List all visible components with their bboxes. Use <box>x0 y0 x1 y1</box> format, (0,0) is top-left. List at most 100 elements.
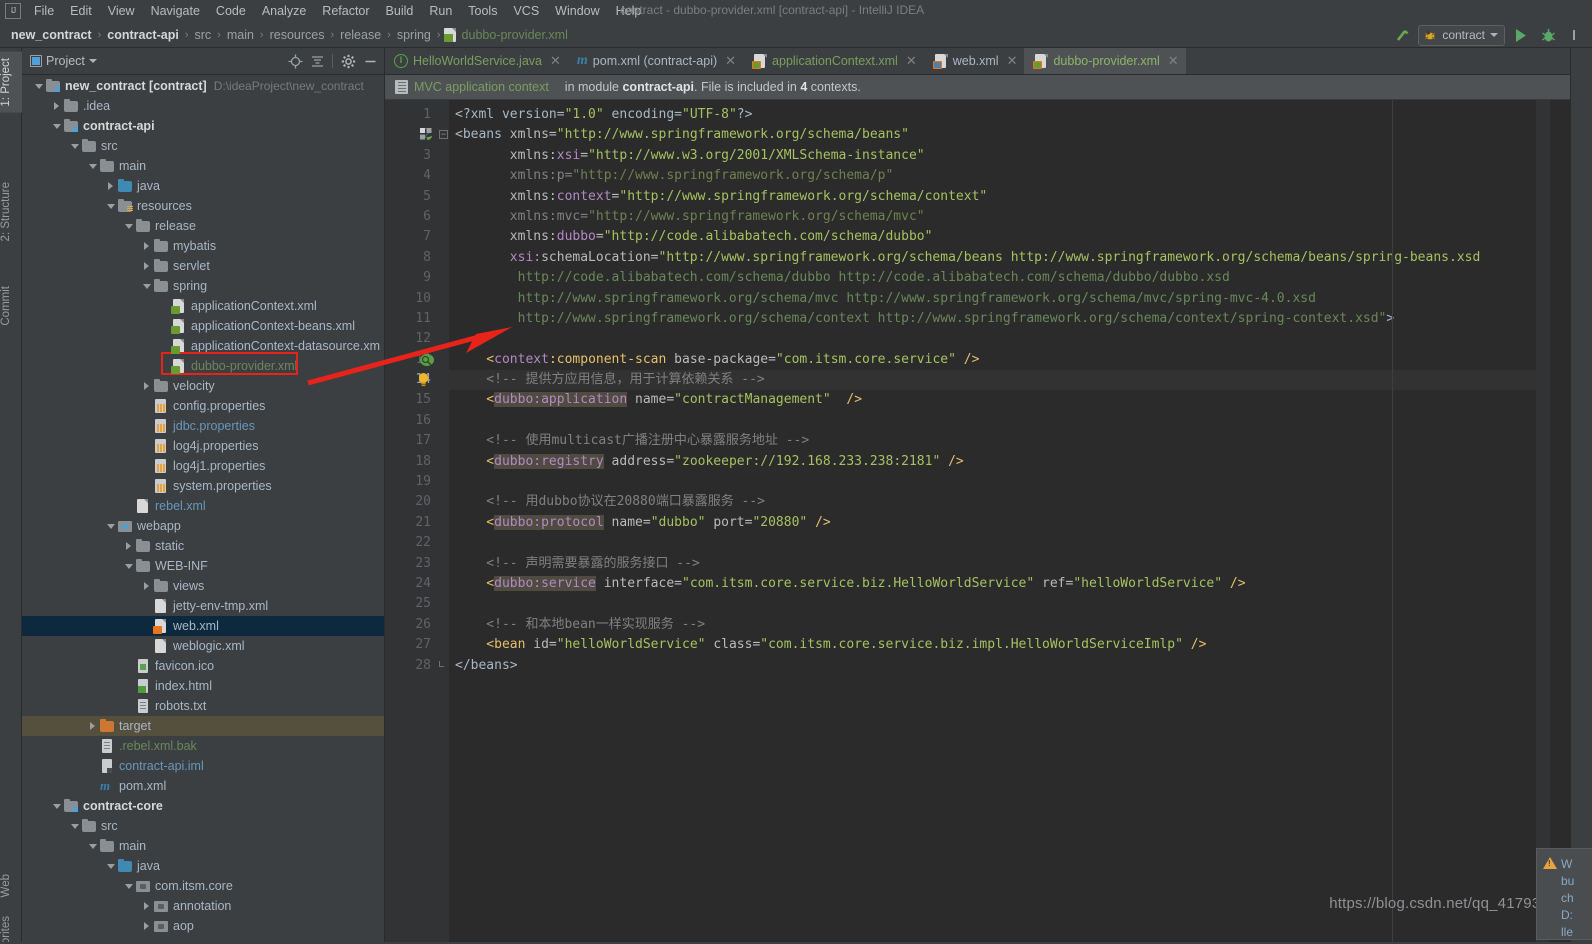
close-icon[interactable]: ✕ <box>725 53 736 69</box>
close-icon[interactable]: ✕ <box>550 53 561 69</box>
chevron-right-icon[interactable] <box>86 722 99 730</box>
menu-item-refactor[interactable]: Refactor <box>314 2 377 20</box>
locate-icon[interactable] <box>285 51 305 71</box>
spring-bean-gutter-icon[interactable] <box>419 127 433 146</box>
tree-node-jdbc.properties[interactable]: jdbc.properties <box>22 416 384 436</box>
breadcrumb-item-spring[interactable]: spring <box>394 27 434 43</box>
run-button[interactable] <box>1510 24 1532 46</box>
chevron-down-icon[interactable] <box>86 844 99 849</box>
tree-node-jetty-env-tmp.xml[interactable]: jetty-env-tmp.xml <box>22 596 384 616</box>
chevron-down-icon[interactable] <box>104 524 117 529</box>
tree-node-weblogic.xml[interactable]: weblogic.xml <box>22 636 384 656</box>
editor-tab-applicationcontext-xml[interactable]: applicationContext.xml ✕ <box>743 48 924 74</box>
tree-node-src[interactable]: src <box>22 136 384 156</box>
tree-node-com.itsm.core[interactable]: com.itsm.core <box>22 876 384 896</box>
tree-node-src[interactable]: src <box>22 816 384 836</box>
close-icon[interactable]: ✕ <box>1007 53 1018 69</box>
chevron-down-icon[interactable] <box>122 564 135 569</box>
menu-item-vcs[interactable]: VCS <box>505 2 547 20</box>
menu-item-view[interactable]: View <box>100 2 143 20</box>
chevron-down-icon[interactable] <box>50 124 63 129</box>
chevron-right-icon[interactable] <box>122 542 135 550</box>
chevron-down-icon[interactable] <box>104 864 117 869</box>
tree-node-mybatis[interactable]: mybatis <box>22 236 384 256</box>
tool-window-favorites[interactable]: Favorites <box>0 910 22 944</box>
chevron-down-icon[interactable] <box>32 84 45 89</box>
tree-node-system.properties[interactable]: system.properties <box>22 476 384 496</box>
warning-notification-balloon[interactable]: W bu ch D: lle <box>1536 848 1592 940</box>
tree-node-.rebel.xml.bak[interactable]: .rebel.xml.bak <box>22 736 384 756</box>
editor-tab-dubbo-provider-xml[interactable]: dubbo-provider.xml ✕ <box>1024 48 1186 74</box>
tree-node-contract-core[interactable]: contract-core <box>22 796 384 816</box>
menu-item-run[interactable]: Run <box>421 2 460 20</box>
intention-bulb-icon[interactable] <box>416 372 431 393</box>
code-editor[interactable]: 1234567891011121314151617181920212223242… <box>385 100 1570 942</box>
menu-item-window[interactable]: Window <box>547 2 607 20</box>
tree-node-log4j1.properties[interactable]: log4j1.properties <box>22 456 384 476</box>
chevron-right-icon[interactable] <box>140 242 153 250</box>
tool-window-web-left[interactable]: Web <box>0 868 22 903</box>
tree-node-resources[interactable]: resources <box>22 196 384 216</box>
chevron-right-icon[interactable] <box>104 182 117 190</box>
spring-scan-gutter-icon[interactable] <box>419 352 435 373</box>
breadcrumb-item-contract-api[interactable]: contract-api <box>104 27 182 43</box>
tree-node-static[interactable]: static <box>22 536 384 556</box>
breadcrumb-item-release[interactable]: release <box>337 27 384 43</box>
tree-node-pom.xml[interactable]: m pom.xml <box>22 776 384 796</box>
code-text[interactable]: <?xml version="1.0" encoding="UTF-8"?> <b… <box>449 100 1536 942</box>
editor-tab-bar[interactable]: I HelloWorldService.java ✕ m pom.xml (contra… <box>385 48 1570 75</box>
chevron-down-icon[interactable] <box>68 824 81 829</box>
tree-node-main[interactable]: main <box>22 156 384 176</box>
project-view-chevron-icon[interactable] <box>88 59 97 63</box>
chevron-down-icon[interactable] <box>86 164 99 169</box>
tree-node-aop[interactable]: aop <box>22 916 384 936</box>
chevron-right-icon[interactable] <box>50 102 63 110</box>
chevron-right-icon[interactable] <box>140 582 153 590</box>
tree-node-applicationcontext.xml[interactable]: applicationContext.xml <box>22 296 384 316</box>
tree-node-target[interactable]: target <box>22 716 384 736</box>
breadcrumb-item-new-contract[interactable]: new_contract <box>8 27 95 43</box>
run-configuration-selector[interactable]: contract <box>1418 24 1505 46</box>
tool-window-structure[interactable]: 2: Structure <box>0 176 22 247</box>
tree-node-velocity[interactable]: velocity <box>22 376 384 396</box>
project-file-tree[interactable]: new_contract [contract] D:\ideaProject\ne… <box>22 75 384 942</box>
collapse-all-icon[interactable] <box>307 51 327 71</box>
menu-item-build[interactable]: Build <box>378 2 422 20</box>
tree-node-favicon.ico[interactable]: favicon.ico <box>22 656 384 676</box>
fold-collapse-icon[interactable]: − <box>439 130 448 140</box>
menu-item-code[interactable]: Code <box>208 2 254 20</box>
breadcrumb-item-dubbo-provider-xml[interactable]: dubbo-provider.xml <box>443 27 571 43</box>
tree-node-dubbo-provider.xml[interactable]: dubbo-provider.xml <box>22 356 384 376</box>
tree-node-config.properties[interactable]: config.properties <box>22 396 384 416</box>
editor-tab-web-xml[interactable]: web.xml ✕ <box>924 48 1025 74</box>
tree-node-webapp[interactable]: webapp <box>22 516 384 536</box>
breadcrumb[interactable]: new_contract › contract-api › src › main › resou… <box>8 27 571 43</box>
tree-node-contract-api[interactable]: contract-api <box>22 116 384 136</box>
tree-node-robots.txt[interactable]: robots.txt <box>22 696 384 716</box>
menu-item-analyze[interactable]: Analyze <box>254 2 314 20</box>
tree-node-views[interactable]: views <box>22 576 384 596</box>
close-icon[interactable]: ✕ <box>1168 53 1179 69</box>
breadcrumb-item-src[interactable]: src <box>191 27 214 43</box>
more-actions-icon[interactable] <box>1564 24 1586 46</box>
tree-node-java[interactable]: java <box>22 856 384 876</box>
chevron-down-icon[interactable] <box>50 804 63 809</box>
editor-tab-helloworldservice-java[interactable]: I HelloWorldService.java ✕ <box>385 48 568 74</box>
tree-node-main[interactable]: main <box>22 836 384 856</box>
tree-node-servlet[interactable]: servlet <box>22 256 384 276</box>
breadcrumb-item-main[interactable]: main <box>224 27 257 43</box>
menu-item-tools[interactable]: Tools <box>460 2 505 20</box>
editor-tab-pom-xml-contract-api-[interactable]: m pom.xml (contract-api) ✕ <box>568 48 743 74</box>
tree-node-.idea[interactable]: .idea <box>22 96 384 116</box>
chevron-right-icon[interactable] <box>140 262 153 270</box>
breadcrumb-item-resources[interactable]: resources <box>267 27 328 43</box>
tree-node-release[interactable]: release <box>22 216 384 236</box>
tree-node-applicationcontext-beans.xml[interactable]: applicationContext-beans.xml <box>22 316 384 336</box>
tree-node-java[interactable]: java <box>22 176 384 196</box>
chevron-down-icon[interactable] <box>68 144 81 149</box>
code-folding-column[interactable]: − <box>437 100 449 942</box>
menu-item-file[interactable]: File <box>26 2 62 20</box>
editor-scrollbar[interactable] <box>1536 100 1550 942</box>
chevron-right-icon[interactable] <box>140 902 153 910</box>
debug-button[interactable] <box>1537 24 1559 46</box>
